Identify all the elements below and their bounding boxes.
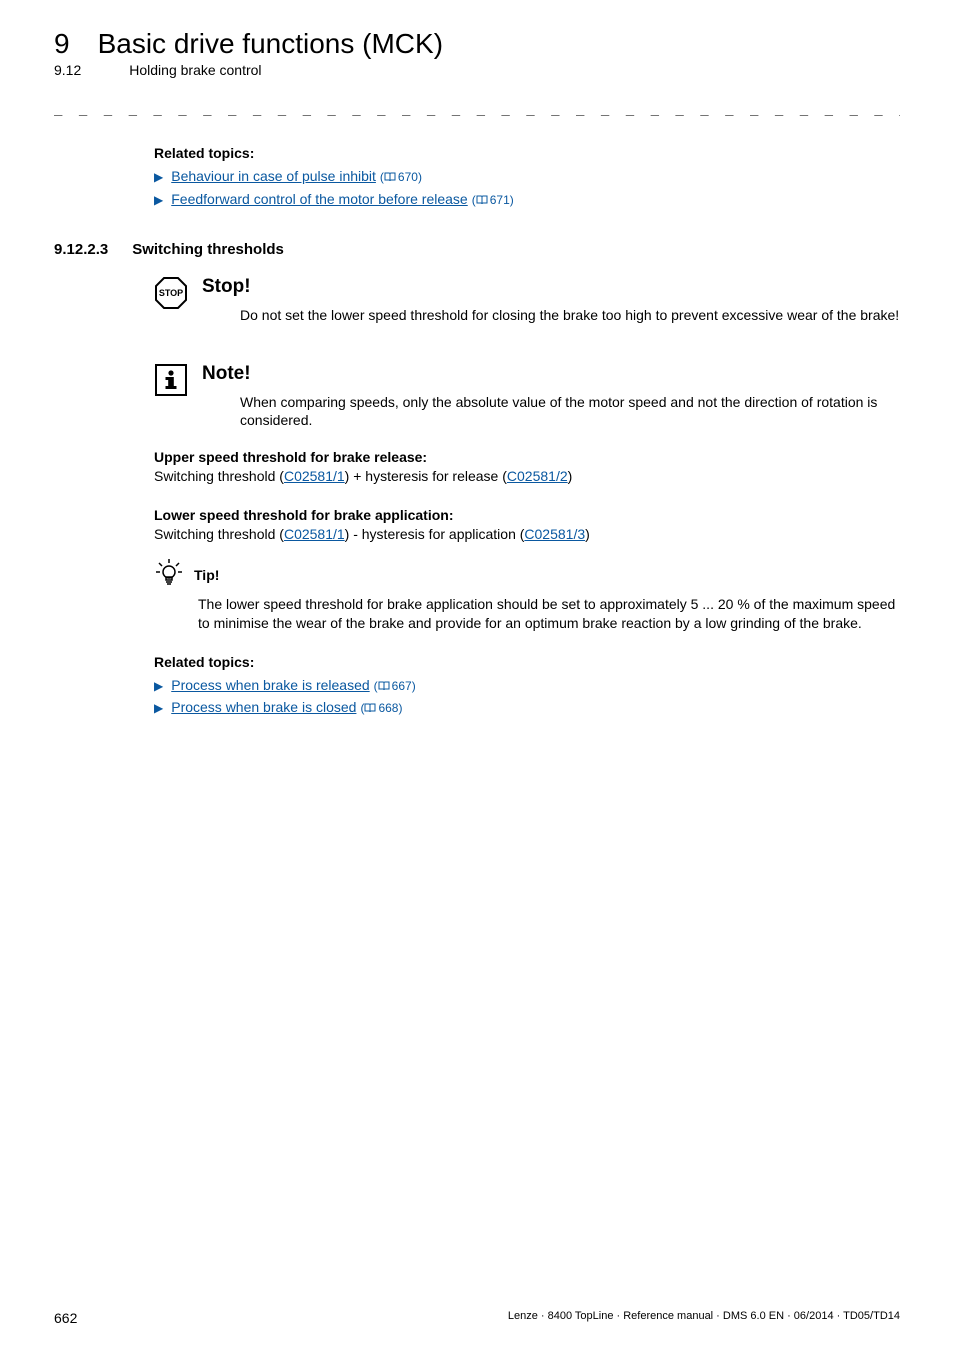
book-icon: [378, 681, 390, 691]
tip-text: The lower speed threshold for brake appl…: [198, 595, 900, 633]
related-topics-bottom: Related topics: ▶ Process when brake is …: [154, 653, 900, 718]
stop-text: Do not set the lower speed threshold for…: [240, 306, 900, 325]
note-callout: Note! When comparing speeds, only the ab…: [154, 363, 900, 431]
triangle-bullet-icon: ▶: [154, 701, 163, 715]
stop-heading: Stop!: [202, 276, 900, 298]
subsection-heading: 9.12.2.3 Switching thresholds: [54, 241, 900, 258]
divider: _ _ _ _ _ _ _ _ _ _ _ _ _ _ _ _ _ _ _ _ …: [54, 100, 900, 116]
tip-heading: Tip!: [194, 567, 219, 583]
text-fragment: ): [568, 468, 573, 484]
link-behaviour-pulse-inhibit[interactable]: Behaviour in case of pulse inhibit: [171, 167, 376, 186]
related-item: ▶ Process when brake is released (667): [154, 676, 900, 695]
lower-threshold-block: Lower speed threshold for brake applicat…: [154, 506, 900, 544]
section-number: 9.12: [54, 62, 81, 78]
link-code-c02581-3[interactable]: C02581/3: [524, 526, 585, 542]
related-topics-top: Related topics: ▶ Behaviour in case of p…: [154, 144, 900, 209]
page-footer: 662 Lenze · 8400 TopLine · Reference man…: [54, 1310, 900, 1326]
book-icon: [476, 195, 488, 205]
text-fragment: ) + hysteresis for release (: [345, 468, 507, 484]
page-reference[interactable]: (671): [472, 193, 514, 207]
note-body: Note! When comparing speeds, only the ab…: [202, 363, 900, 431]
subsection-title: Switching thresholds: [132, 241, 284, 258]
note-text: When comparing speeds, only the absolute…: [240, 393, 900, 431]
triangle-bullet-icon: ▶: [154, 679, 163, 693]
note-heading: Note!: [202, 363, 900, 385]
link-code-c02581-1[interactable]: C02581/1: [284, 468, 345, 484]
chapter-title: Basic drive functions (MCK): [98, 28, 443, 60]
page-number: 667: [392, 679, 412, 693]
stop-body: Stop! Do not set the lower speed thresho…: [202, 276, 900, 325]
page-number: 668: [378, 701, 398, 715]
related-heading: Related topics:: [154, 144, 900, 163]
text-fragment: ) - hysteresis for application (: [345, 526, 525, 542]
page-reference[interactable]: (670): [380, 170, 422, 184]
info-icon: [154, 363, 188, 397]
text-fragment: Switching threshold (: [154, 526, 284, 542]
lower-text: Switching threshold (C02581/1) - hystere…: [154, 525, 900, 544]
text-fragment: ): [585, 526, 590, 542]
text-fragment: Switching threshold (: [154, 468, 284, 484]
book-icon: [384, 172, 396, 182]
tip-callout: Tip!: [154, 558, 900, 593]
link-feedforward-control[interactable]: Feedforward control of the motor before …: [171, 190, 468, 209]
related-item: ▶ Feedforward control of the motor befor…: [154, 190, 900, 209]
related-item: ▶ Process when brake is closed (668): [154, 698, 900, 717]
footer-meta: Lenze · 8400 TopLine · Reference manual …: [508, 1310, 900, 1326]
upper-text: Switching threshold (C02581/1) + hystere…: [154, 467, 900, 486]
footer-page-number: 662: [54, 1310, 77, 1326]
svg-text:STOP: STOP: [159, 288, 183, 298]
page-reference[interactable]: (668): [360, 701, 402, 715]
stop-icon: STOP: [154, 276, 188, 310]
stop-callout: STOP Stop! Do not set the lower speed th…: [154, 276, 900, 325]
link-code-c02581-1[interactable]: C02581/1: [284, 526, 345, 542]
related-heading: Related topics:: [154, 653, 900, 672]
page-number: 671: [490, 193, 510, 207]
book-icon: [364, 703, 376, 713]
page-number: 670: [398, 170, 418, 184]
section-header: 9.12 Holding brake control: [54, 62, 900, 78]
triangle-bullet-icon: ▶: [154, 193, 163, 207]
lower-heading: Lower speed threshold for brake applicat…: [154, 506, 900, 525]
link-process-brake-closed[interactable]: Process when brake is closed: [171, 698, 356, 717]
page-root: 9 Basic drive functions (MCK) 9.12 Holdi…: [0, 0, 954, 1350]
page-reference[interactable]: (667): [374, 679, 416, 693]
upper-threshold-block: Upper speed threshold for brake release:…: [154, 448, 900, 486]
link-code-c02581-2[interactable]: C02581/2: [507, 468, 568, 484]
triangle-bullet-icon: ▶: [154, 170, 163, 184]
section-title: Holding brake control: [129, 62, 261, 78]
chapter-number: 9: [54, 28, 70, 60]
subsection-number: 9.12.2.3: [54, 241, 108, 258]
lightbulb-icon: [154, 558, 184, 593]
link-process-brake-released[interactable]: Process when brake is released: [171, 676, 369, 695]
upper-heading: Upper speed threshold for brake release:: [154, 448, 900, 467]
related-item: ▶ Behaviour in case of pulse inhibit (67…: [154, 167, 900, 186]
chapter-header: 9 Basic drive functions (MCK): [54, 28, 900, 60]
